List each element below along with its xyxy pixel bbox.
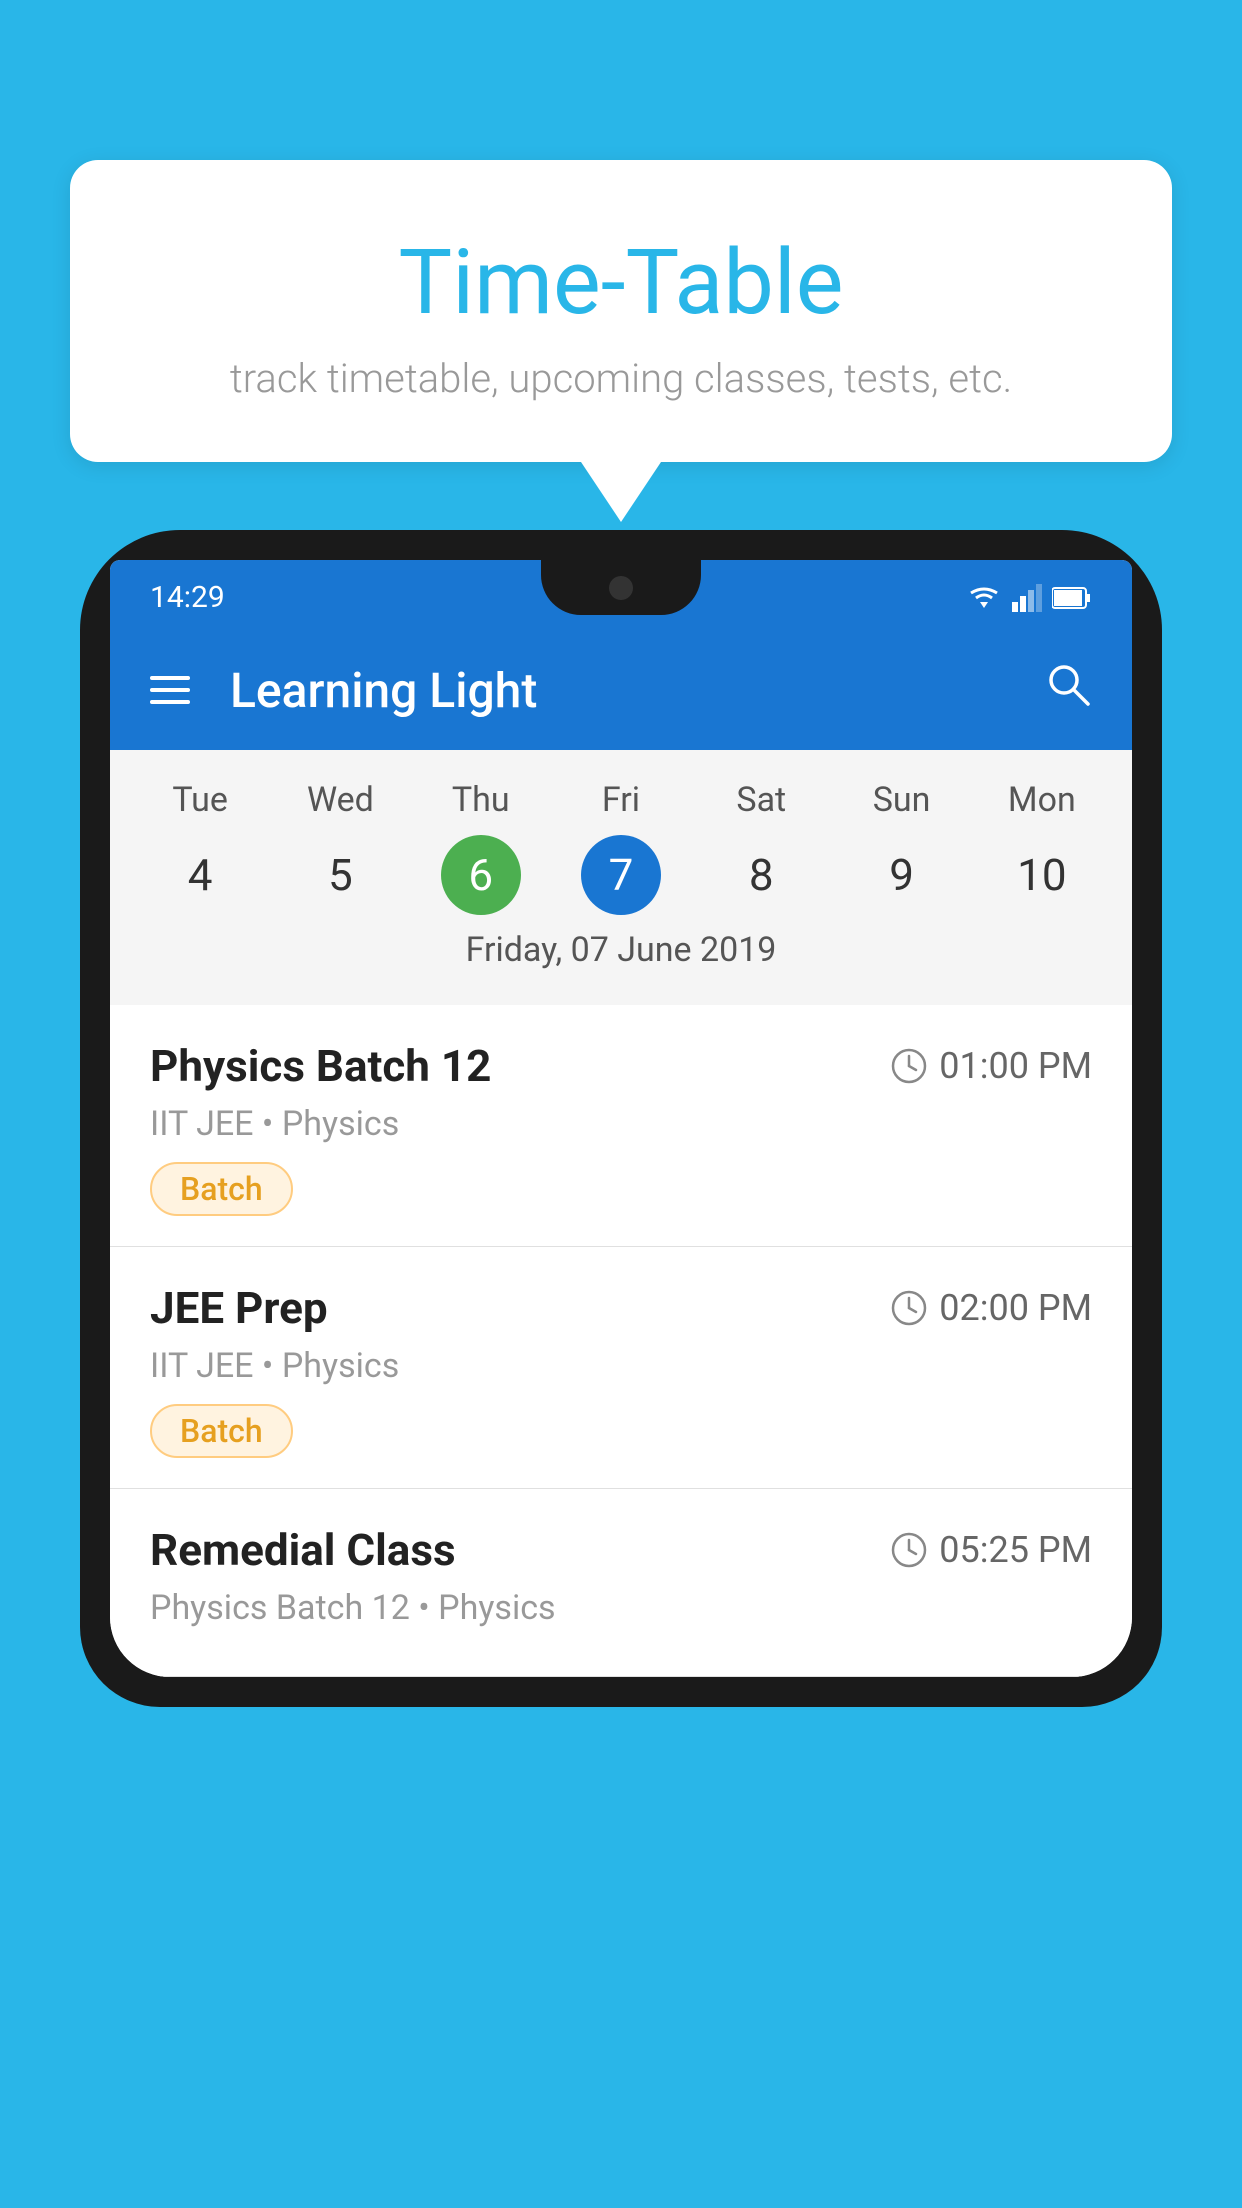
- item-2-title: JEE Prep: [150, 1282, 328, 1334]
- wifi-icon: [966, 584, 1002, 612]
- bubble-tail: [581, 462, 661, 522]
- date-9[interactable]: 9: [862, 835, 942, 915]
- schedule-item-3[interactable]: Remedial Class 05:25 PM Physics Batch 12…: [110, 1489, 1132, 1677]
- date-10[interactable]: 10: [1002, 835, 1082, 915]
- app-bar: Learning Light: [110, 630, 1132, 750]
- item-1-badge: Batch: [150, 1162, 293, 1216]
- item-3-title: Remedial Class: [150, 1524, 456, 1576]
- item-3-meta: Physics Batch 12 • Physics: [150, 1588, 1092, 1628]
- date-4[interactable]: 4: [160, 835, 240, 915]
- date-8[interactable]: 8: [721, 835, 801, 915]
- speech-bubble: Time-Table track timetable, upcoming cla…: [70, 160, 1172, 462]
- item-3-header: Remedial Class 05:25 PM: [150, 1524, 1092, 1576]
- signal-icon: [1012, 584, 1042, 612]
- clock-icon-3: [891, 1532, 927, 1568]
- date-7-selected[interactable]: 7: [581, 835, 661, 915]
- schedule-list: Physics Batch 12 01:00 PM IIT JEE • Phys…: [110, 1005, 1132, 1677]
- clock-icon-1: [891, 1048, 927, 1084]
- intro-section: Time-Table track timetable, upcoming cla…: [70, 160, 1172, 522]
- phone-notch: [541, 560, 701, 615]
- schedule-item-1[interactable]: Physics Batch 12 01:00 PM IIT JEE • Phys…: [110, 1005, 1132, 1247]
- status-icons: [966, 584, 1092, 612]
- bubble-title: Time-Table: [150, 230, 1092, 335]
- day-thu[interactable]: Thu: [411, 770, 551, 830]
- schedule-item-2[interactable]: JEE Prep 02:00 PM IIT JEE • Physics Batc…: [110, 1247, 1132, 1489]
- day-wed[interactable]: Wed: [270, 770, 410, 830]
- clock-icon-2: [891, 1290, 927, 1326]
- app-bar-title: Learning Light: [230, 662, 1044, 719]
- date-5[interactable]: 5: [300, 835, 380, 915]
- day-numbers: 4 5 6 7 8 9 10: [120, 830, 1122, 920]
- battery-icon: [1052, 586, 1092, 610]
- phone-screen: 14:29: [110, 560, 1132, 1677]
- calendar-strip: Tue Wed Thu Fri Sat Sun Mon 4 5 6 7 8 9 …: [110, 750, 1132, 1005]
- day-sat[interactable]: Sat: [691, 770, 831, 830]
- item-2-time: 02:00 PM: [891, 1287, 1092, 1329]
- day-fri[interactable]: Fri: [551, 770, 691, 830]
- day-sun[interactable]: Sun: [831, 770, 971, 830]
- hamburger-icon[interactable]: [150, 676, 190, 704]
- item-3-time: 05:25 PM: [891, 1529, 1092, 1571]
- phone-mockup: 14:29: [80, 530, 1162, 2208]
- status-time: 14:29: [150, 580, 225, 615]
- bubble-subtitle: track timetable, upcoming classes, tests…: [150, 355, 1092, 402]
- day-tue[interactable]: Tue: [130, 770, 270, 830]
- item-2-badge: Batch: [150, 1404, 293, 1458]
- date-6-today[interactable]: 6: [441, 835, 521, 915]
- item-1-meta: IIT JEE • Physics: [150, 1104, 1092, 1144]
- selected-date-label: Friday, 07 June 2019: [120, 920, 1122, 985]
- camera-dot: [609, 576, 633, 600]
- item-2-header: JEE Prep 02:00 PM: [150, 1282, 1092, 1334]
- item-1-title: Physics Batch 12: [150, 1040, 491, 1092]
- item-1-time: 01:00 PM: [891, 1045, 1092, 1087]
- search-icon[interactable]: [1044, 660, 1092, 720]
- day-mon[interactable]: Mon: [972, 770, 1112, 830]
- phone-outer: 14:29: [80, 530, 1162, 1707]
- item-1-header: Physics Batch 12 01:00 PM: [150, 1040, 1092, 1092]
- item-2-meta: IIT JEE • Physics: [150, 1346, 1092, 1386]
- day-names: Tue Wed Thu Fri Sat Sun Mon: [120, 770, 1122, 830]
